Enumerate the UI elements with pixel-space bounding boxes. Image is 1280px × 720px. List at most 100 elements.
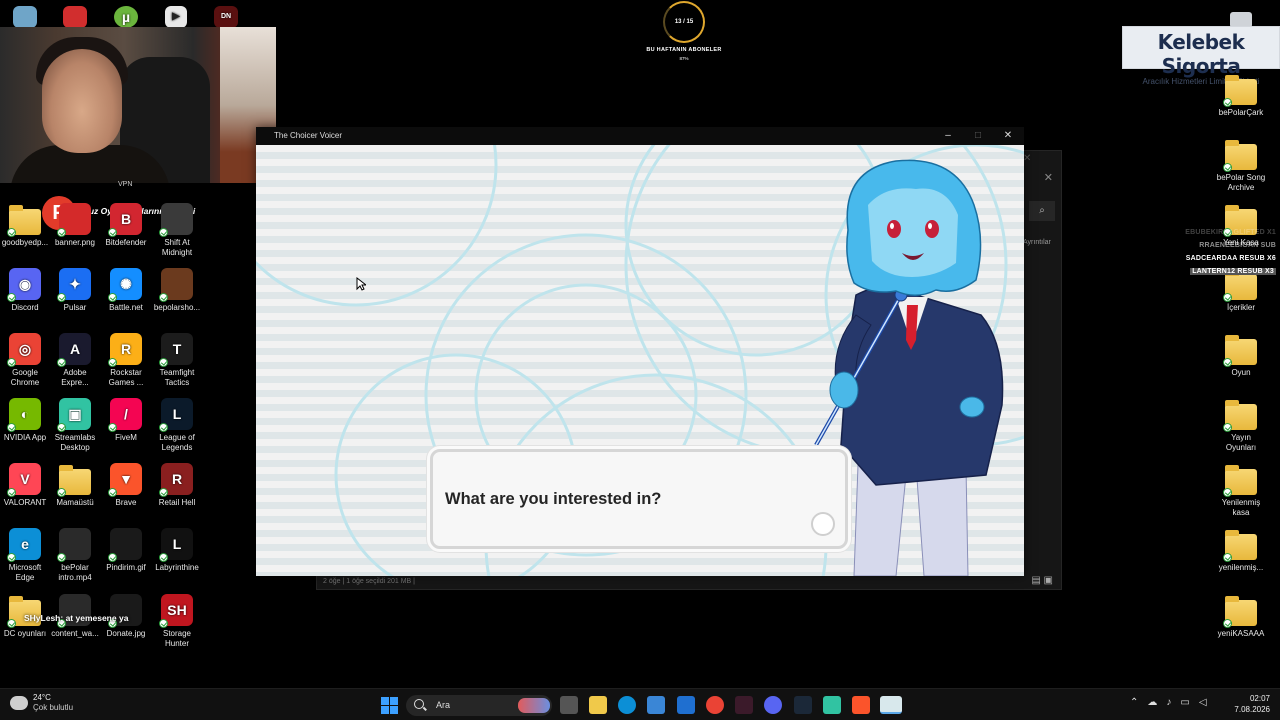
desktop-icon-label: VALORANT: [3, 498, 47, 507]
game-scene[interactable]: What are you interested in?: [256, 145, 1024, 576]
desktop-icon[interactable]: goodbyedp...: [0, 203, 50, 248]
desktop-icon[interactable]: ◉ Discord: [0, 268, 50, 313]
desktop-folder-label: yenilenmiş...: [1218, 563, 1264, 572]
desktop-icon[interactable]: ◎ Google Chrome: [0, 333, 50, 388]
chrome-icon[interactable]: [706, 696, 724, 714]
sync-check-icon: [108, 423, 117, 432]
file-explorer-icon[interactable]: [589, 696, 607, 714]
desktop-icon[interactable]: banner.png: [50, 203, 100, 248]
dead-night-icon: DN: [214, 6, 238, 28]
steam-icon[interactable]: [794, 696, 812, 714]
desktop-icon[interactable]: ✺ Battle.net: [101, 268, 151, 313]
desktop-icon[interactable]: A Adobe Expre...: [50, 333, 100, 388]
view-toggle-icon[interactable]: ▤ ▣: [1031, 575, 1053, 586]
sync-check-icon: [159, 293, 168, 302]
desktop-icon-label: Retail Hell: [158, 498, 196, 507]
app-icon: e: [7, 528, 41, 562]
start-icon[interactable]: [381, 697, 398, 714]
desktop-icon[interactable]: ✦ Pulsar: [50, 268, 100, 313]
resub-item: EBUBEKIRSAGLIFTED X1: [1185, 229, 1276, 236]
app-icon[interactable]: [735, 696, 753, 714]
dialog-box[interactable]: What are you interested in?: [430, 449, 848, 549]
sync-check-icon: [1223, 553, 1232, 562]
maximize-icon[interactable]: □: [963, 127, 993, 145]
game-taskbar-icon[interactable]: [880, 696, 902, 714]
desktop-folder[interactable]: bePolar Song Archive: [1216, 138, 1266, 193]
outlook-icon[interactable]: [677, 696, 695, 714]
desktop-icon[interactable]: bepolarsho...: [152, 268, 202, 313]
app-icon: V: [7, 463, 41, 497]
desktop-icon[interactable]: B Bitdefender: [101, 203, 151, 248]
desktop-icon[interactable]: Shift At Midnight: [152, 203, 202, 258]
desktop-icon[interactable]: / FiveM: [101, 398, 151, 443]
desktop-folder-label: bePolarÇark: [1218, 108, 1264, 117]
chevron-up-icon[interactable]: ⌃: [1130, 697, 1138, 708]
taskbar-search-placeholder: Ara: [436, 700, 451, 710]
sync-check-icon: [159, 619, 168, 628]
sync-check-icon: [159, 488, 168, 497]
app-icon: R: [108, 333, 142, 367]
webcam-overlay: [0, 27, 276, 183]
streamlabs-icon[interactable]: [823, 696, 841, 714]
edge-icon[interactable]: [618, 696, 636, 714]
close-icon[interactable]: ✕: [993, 127, 1023, 145]
desktop-folder[interactable]: Yenilenmiş kasa: [1216, 463, 1266, 518]
desktop-folder[interactable]: yenilenmiş...: [1216, 528, 1266, 573]
desktop-icon[interactable]: T Teamfight Tactics: [152, 333, 202, 388]
app-icon: ▣: [57, 398, 91, 432]
desktop-icon[interactable]: SH Storage Hunter: [152, 594, 202, 649]
desktop-folder[interactable]: Yayın Oyunları: [1216, 398, 1266, 453]
explorer-close-icon[interactable]: ✕: [1023, 153, 1031, 164]
task-view-icon[interactable]: [560, 696, 578, 714]
desktop-icon-label: Labyrinthine: [155, 563, 199, 572]
taskbar-search[interactable]: Ara: [406, 695, 552, 716]
sync-check-icon: [108, 228, 117, 237]
weather-tray-icon[interactable]: ☁: [1147, 697, 1157, 708]
dialog-continue-icon[interactable]: [811, 512, 835, 536]
recycle-bin-icon: [13, 6, 37, 28]
display-icon[interactable]: ▭: [1180, 697, 1189, 708]
desktop-icon[interactable]: ◐ NVIDIA App: [0, 398, 50, 443]
game-titlebar[interactable]: The Choicer Voicer – □ ✕: [256, 127, 1024, 145]
sync-check-icon: [1223, 293, 1232, 302]
search-icon[interactable]: ⌕: [1029, 201, 1055, 221]
subscriber-progress-ring: 13 / 15: [663, 1, 705, 43]
desktop-icon[interactable]: Pindirim.gif: [101, 528, 151, 573]
sync-check-icon: [57, 488, 66, 497]
resub-item: LANTERN12 RESUB X3: [1190, 268, 1276, 275]
desktop-icon[interactable]: ▣ Streamlabs Desktop: [50, 398, 100, 453]
desktop-icon[interactable]: L Labyrinthine: [152, 528, 202, 573]
game-window[interactable]: The Choicer Voicer – □ ✕ What are you in…: [256, 127, 1024, 576]
sync-check-icon: [108, 358, 117, 367]
desktop-folder[interactable]: Oyun: [1216, 333, 1266, 378]
brave-icon[interactable]: [852, 696, 870, 714]
clock[interactable]: 02:07 7.08.2026: [1228, 693, 1270, 715]
desktop-folder[interactable]: bePolarÇark: [1216, 73, 1266, 118]
desktop-icon[interactable]: R Retail Hell: [152, 463, 202, 508]
folder-icon: [57, 465, 91, 497]
desktop-icon[interactable]: Mamaüstü: [50, 463, 100, 508]
desktop-folder[interactable]: yeniKASAAA: [1216, 594, 1266, 639]
subscriber-title: BU HAFTANIN ABONELER: [646, 47, 722, 53]
desktop-icon[interactable]: bePolar intro.mp4: [50, 528, 100, 583]
app-icon: /: [108, 398, 142, 432]
sync-check-icon: [1223, 163, 1232, 172]
desktop-icon[interactable]: L League of Legends: [152, 398, 202, 453]
discord-icon[interactable]: [764, 696, 782, 714]
weather-widget[interactable]: 24°C Çok bulutlu: [10, 693, 73, 713]
app-icon: ◎: [7, 333, 41, 367]
desktop-icon[interactable]: V VALORANT: [0, 463, 50, 508]
desktop-icon[interactable]: e Microsoft Edge: [0, 528, 50, 583]
weather-condition: Çok bulutlu: [33, 703, 74, 712]
sync-check-icon: [1223, 423, 1232, 432]
microphone-icon[interactable]: ♪: [1166, 697, 1171, 708]
game-window-title: The Choicer Voicer: [274, 131, 343, 140]
minimize-icon[interactable]: –: [933, 127, 963, 145]
play-icon: ▶: [165, 6, 187, 28]
desktop-icon[interactable]: ▼ Brave: [101, 463, 151, 508]
store-icon[interactable]: [647, 696, 665, 714]
volume-icon[interactable]: ◁: [1199, 697, 1207, 708]
explorer-close-icon[interactable]: ✕: [1044, 171, 1053, 184]
desktop-icon-label: Rockstar Games ...: [108, 368, 144, 387]
desktop-icon[interactable]: R Rockstar Games ...: [101, 333, 151, 388]
